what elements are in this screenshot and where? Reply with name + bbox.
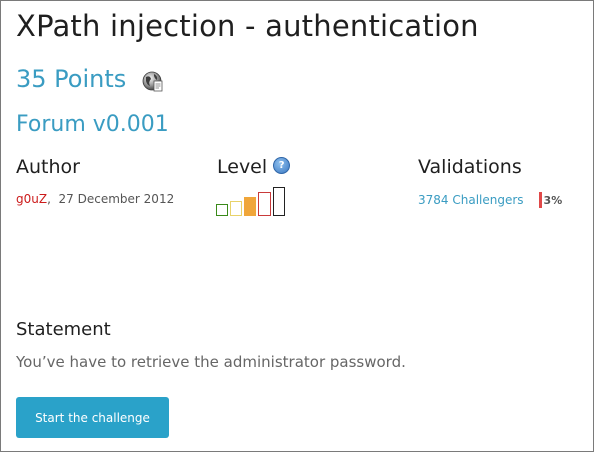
level-heading: Level <box>217 156 268 178</box>
statement-text: You’ve have to retrieve the administrato… <box>16 353 406 371</box>
level-bar-4 <box>258 192 271 216</box>
validation-percent: 3% <box>543 193 563 207</box>
points-value: 35 Points <box>16 65 127 93</box>
level-bar-5 <box>273 187 285 216</box>
statement-heading: Statement <box>16 319 111 340</box>
difficulty-level-indicator <box>216 187 285 216</box>
author-heading: Author <box>16 156 80 178</box>
challengers-link[interactable]: 3784 Challengers <box>418 193 524 207</box>
author-date: 27 December 2012 <box>58 192 175 206</box>
validations-heading: Validations <box>418 156 522 178</box>
challenge-panel: XPath injection - authentication 35 Poin… <box>0 0 594 452</box>
challenge-subtitle: Forum v0.001 <box>16 112 169 137</box>
validation-percent-bar <box>538 192 542 208</box>
level-heading-row: Level? <box>217 156 291 178</box>
start-challenge-button[interactable]: Start the challenge <box>16 397 169 438</box>
globe-web-icon <box>142 70 164 92</box>
level-bar-3 <box>244 197 256 216</box>
question-help-icon[interactable]: ? <box>273 157 291 174</box>
page-title: XPath injection - authentication <box>16 9 479 43</box>
author-line: g0uZ, 27 December 2012 <box>16 192 174 206</box>
points-row: 35 Points <box>16 65 164 93</box>
validations-line: 3784 Challengers 3% <box>418 192 562 208</box>
level-bar-2 <box>230 201 242 216</box>
author-separator: , <box>47 192 51 206</box>
author-name-link[interactable]: g0uZ <box>16 192 47 206</box>
level-bar-1 <box>216 204 228 216</box>
